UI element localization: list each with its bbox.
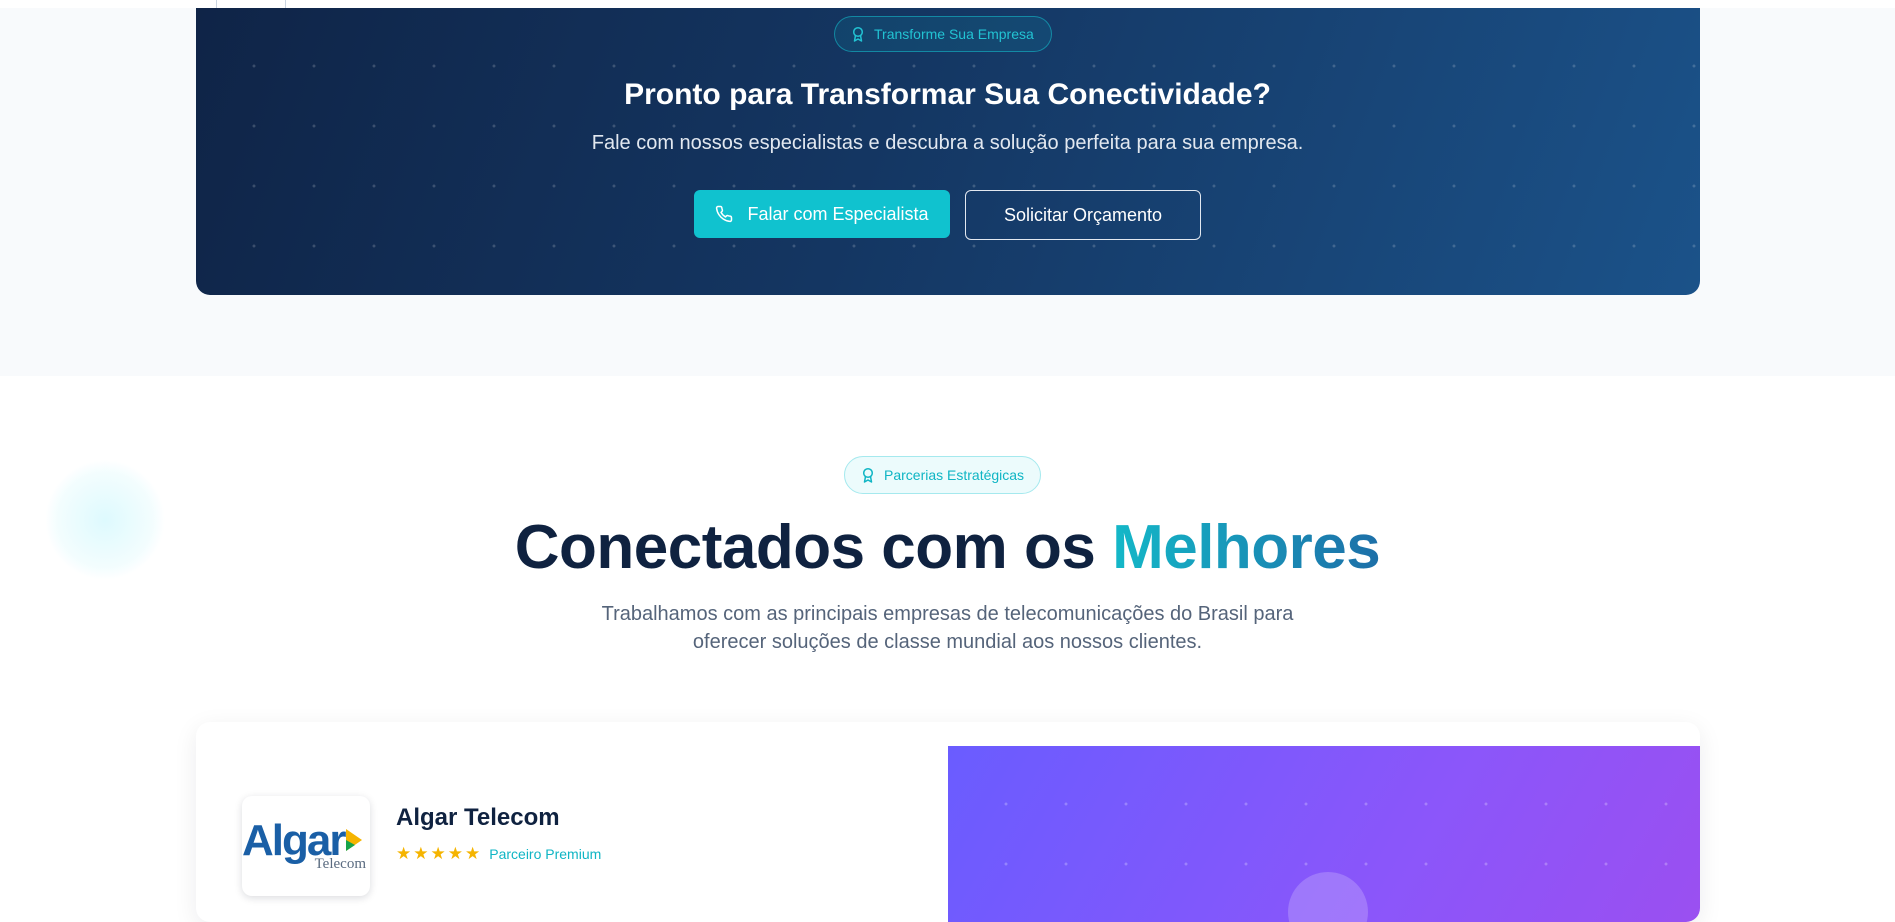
star-icon: ★	[447, 844, 463, 863]
partners-title: Conectados com os Melhores	[0, 512, 1895, 583]
algar-logo-subtext: Telecom	[314, 856, 366, 872]
partners-description-line-2: oferecer soluções de classe mundial aos …	[692, 631, 1203, 653]
algar-logo: Algar Telecom	[242, 796, 370, 896]
partner-rating: ★ ★ ★ ★ ★ Parceiro Premium	[396, 845, 601, 862]
partners-description: Trabalhamos com as principais empresas d…	[560, 600, 1335, 656]
partner-card[interactable]: Algar Telecom Algar Telecom ★ ★ ★ ★ ★ Pa…	[196, 722, 1700, 922]
partner-tier: Parceiro Premium	[489, 845, 602, 862]
algar-logo-arrow-accent	[346, 840, 355, 851]
partner-visual	[948, 746, 1700, 922]
award-icon	[862, 467, 874, 483]
star-icon: ★	[430, 844, 446, 863]
phone-icon	[716, 205, 733, 223]
request-quote-button[interactable]: Solicitar Orçamento	[965, 190, 1201, 240]
talk-to-specialist-label: Falar com Especialista	[747, 203, 929, 224]
request-quote-label: Solicitar Orçamento	[1003, 204, 1163, 225]
star-icon: ★	[396, 844, 412, 863]
star-icon: ★	[465, 844, 481, 863]
partners-title-accent: Melhores	[1112, 513, 1381, 582]
partners-description-line-1: Trabalhamos com as principais empresas d…	[601, 603, 1294, 625]
partner-name: Algar Telecom	[396, 804, 560, 831]
talk-to-specialist-button[interactable]: Falar com Especialista	[694, 190, 950, 238]
partners-badge-label: Parcerias Estratégicas	[884, 467, 1025, 483]
cta-badge: Transforme Sua Empresa	[834, 16, 1052, 52]
cta-title: Pronto para Transformar Sua Conectividad…	[624, 78, 1271, 111]
partners-title-main: Conectados com os	[514, 513, 1113, 582]
cta-subtitle: Fale com nossos especialistas e descubra…	[591, 132, 1304, 154]
star-icon: ★	[413, 844, 429, 863]
partners-badge: Parcerias Estratégicas	[844, 456, 1042, 494]
cta-badge-label: Transforme Sua Empresa	[874, 26, 1034, 42]
award-icon	[852, 26, 864, 42]
